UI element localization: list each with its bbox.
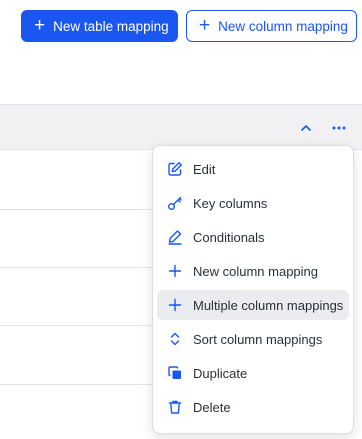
toolbar: + New table mapping + New column mapping [21,10,357,42]
plus-icon: + [199,14,211,36]
new-table-mapping-button[interactable]: + New table mapping [21,10,178,42]
new-column-mapping-label: New column mapping [218,18,348,34]
table-mapping-header [0,104,362,150]
menu-item-edit[interactable]: Edit [157,154,349,184]
new-column-mapping-button[interactable]: + New column mapping [186,10,357,42]
menu-item-label: New column mapping [193,263,319,279]
ellipsis-icon[interactable] [330,119,348,137]
new-table-mapping-label: New table mapping [53,18,169,34]
duplicate-icon [168,366,181,379]
trash-icon [168,400,182,414]
context-menu: Edit Key columns Conditionals New column… [152,145,354,434]
key-icon [168,196,182,210]
menu-item-delete[interactable]: Delete [157,392,349,422]
menu-item-label: Key columns [193,195,268,211]
pencil-icon [168,230,182,245]
menu-item-multiple-column-mappings[interactable]: Multiple column mappings [157,290,349,320]
menu-item-label: Duplicate [193,365,248,381]
menu-item-label: Multiple column mappings [193,297,344,313]
menu-item-new-column-mapping[interactable]: New column mapping [157,256,349,286]
menu-item-label: Sort column mappings [193,331,323,347]
row-divider [0,267,160,268]
menu-item-sort-column-mappings[interactable]: Sort column mappings [157,324,349,354]
edit-icon [168,162,182,176]
plus-icon: + [34,14,46,36]
sort-icon [170,332,180,346]
menu-item-duplicate[interactable]: Duplicate [157,358,349,388]
menu-item-label: Edit [193,161,216,177]
plus-icon [168,298,182,312]
row-divider [0,325,160,326]
menu-item-label: Conditionals [193,229,265,245]
menu-item-key-columns[interactable]: Key columns [157,188,349,218]
row-divider [0,209,160,210]
menu-item-conditionals[interactable]: Conditionals [157,222,349,252]
row-divider [0,384,160,385]
plus-icon [168,264,182,278]
menu-item-label: Delete [193,399,231,415]
chevron-up-icon[interactable] [297,119,315,137]
